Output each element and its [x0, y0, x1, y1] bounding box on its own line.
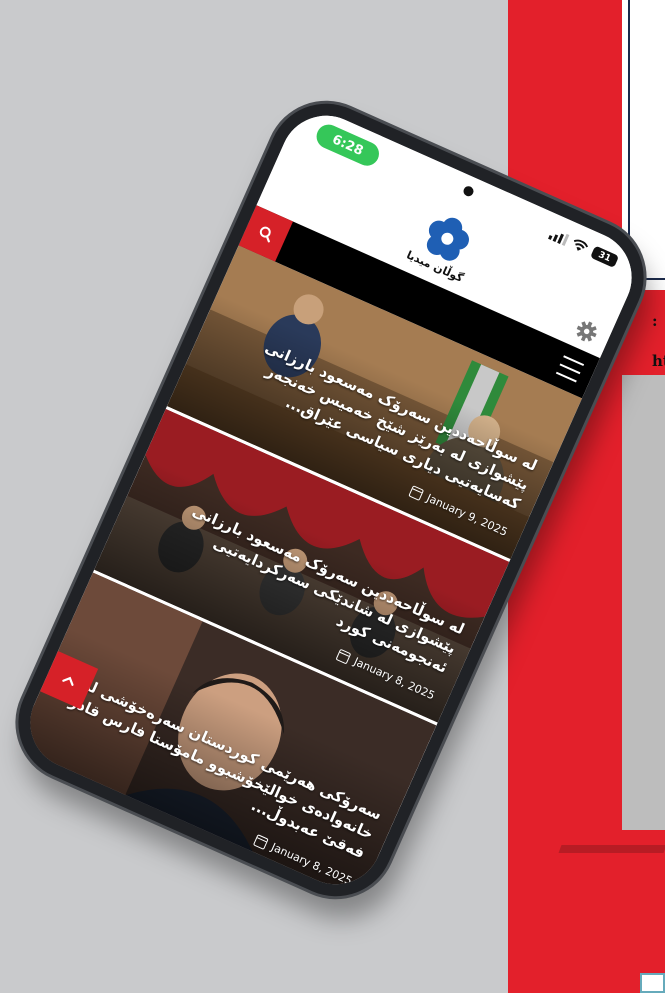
hamburger-menu-icon[interactable] — [555, 355, 585, 383]
background-text-fragment-2: ht — [652, 352, 665, 370]
background-corner-box — [640, 973, 665, 993]
background-gray-panel — [622, 375, 665, 830]
chevron-up-icon — [62, 676, 74, 686]
background-text-fragment-1: : — [652, 312, 658, 330]
status-icons: 31 — [548, 227, 620, 268]
signal-icon — [548, 227, 570, 246]
front-camera — [461, 184, 476, 198]
battery-indicator: 31 — [590, 245, 620, 268]
background-frame — [628, 0, 665, 280]
search-icon — [259, 226, 271, 243]
background-red-bottom — [508, 830, 665, 993]
background-strip — [558, 845, 665, 853]
wifi-icon — [574, 239, 589, 251]
